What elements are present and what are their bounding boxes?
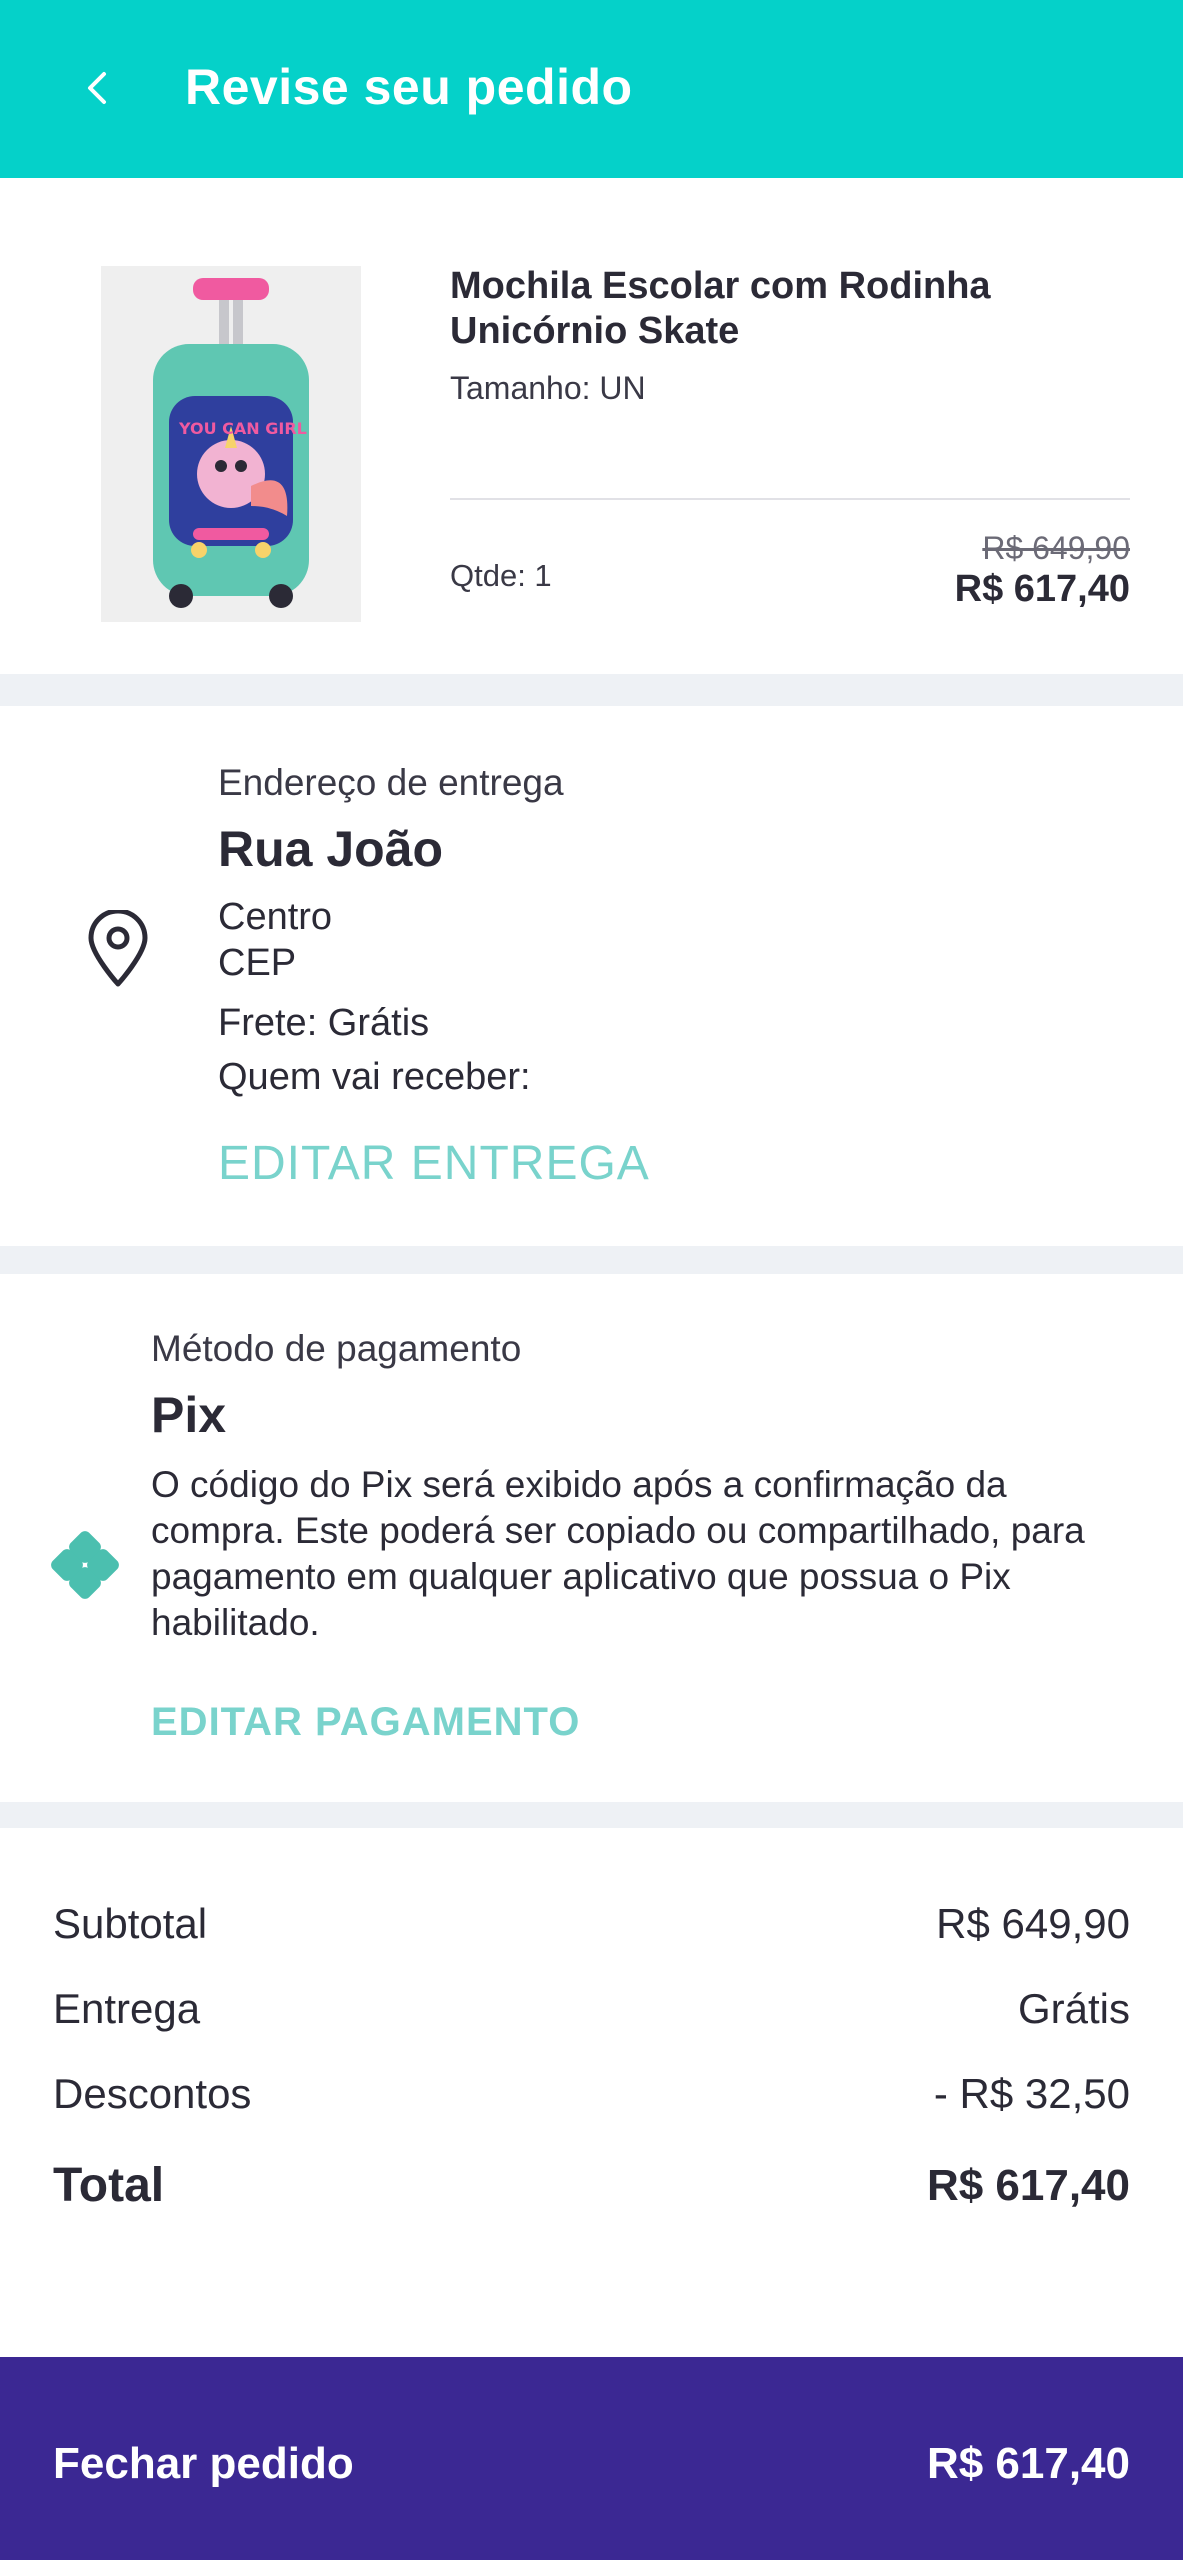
pix-icon [51,1531,119,1599]
product-old-price: R$ 649,90 [982,530,1130,566]
product-divider [450,498,1130,500]
checkout-button[interactable]: Fechar pedido R$ 617,40 [0,2357,1183,2560]
back-button[interactable] [60,50,136,126]
product-card: YOU CAN GIRL Mochila Escolar com Rodinha… [0,178,1183,674]
summary-total: Total R$ 617,40 [53,2158,1130,2213]
subtotal-label: Subtotal [53,1900,208,1947]
delivery-shipping: Frete: Grátis [218,1002,430,1044]
delivery-receiver: Quem vai receber: [218,1056,531,1098]
page-title: Revise seu pedido [185,59,633,115]
delivery-title: Endereço de entrega [218,762,564,803]
summary-discount: Descontos - R$ 32,50 [53,2070,1130,2118]
section-divider [0,1246,1183,1274]
product-image[interactable]: YOU CAN GIRL [101,266,361,622]
summary-subtotal: Subtotal R$ 649,90 [53,1900,1130,1948]
delivery-cep: CEP [218,942,297,984]
discount-label: Descontos [53,2070,252,2117]
delivery-street: Rua João [218,821,444,877]
edit-delivery-button[interactable]: EDITAR ENTREGA [218,1136,650,1191]
summary-delivery: Entrega Grátis [53,1985,1130,2033]
product-name: Mochila Escolar com Rodinha Unicórnio Sk… [450,265,991,352]
discount-value: - R$ 32,50 [933,2070,1130,2117]
section-divider [0,674,1183,706]
product-price: R$ 617,40 [954,568,1130,610]
section-divider [0,1802,1183,1828]
checkout-label: Fechar pedido [53,2439,354,2488]
checkout-amount: R$ 617,40 [926,2439,1130,2488]
product-size: Tamanho: UN [450,370,646,406]
delivery-neighborhood: Centro [218,896,333,938]
total-value: R$ 617,40 [926,2160,1130,2210]
payment-method: Pix [151,1387,227,1443]
delivery-fee-value: Grátis [1017,1985,1130,2032]
app-header: Revise seu pedido [0,0,1183,178]
payment-description: O código do Pix será exibido após a conf… [151,1464,1085,1643]
product-image-text: YOU CAN GIRL [178,419,307,438]
chevron-left-icon [88,72,106,104]
location-pin-icon [88,910,148,987]
subtotal-value: R$ 649,90 [936,1900,1130,1947]
edit-payment-button[interactable]: EDITAR PAGAMENTO [151,1700,580,1745]
product-quantity: Qtde: 1 [450,558,552,593]
payment-title: Método de pagamento [151,1328,522,1369]
delivery-fee-label: Entrega [53,1985,201,2032]
total-label: Total [53,2159,165,2212]
